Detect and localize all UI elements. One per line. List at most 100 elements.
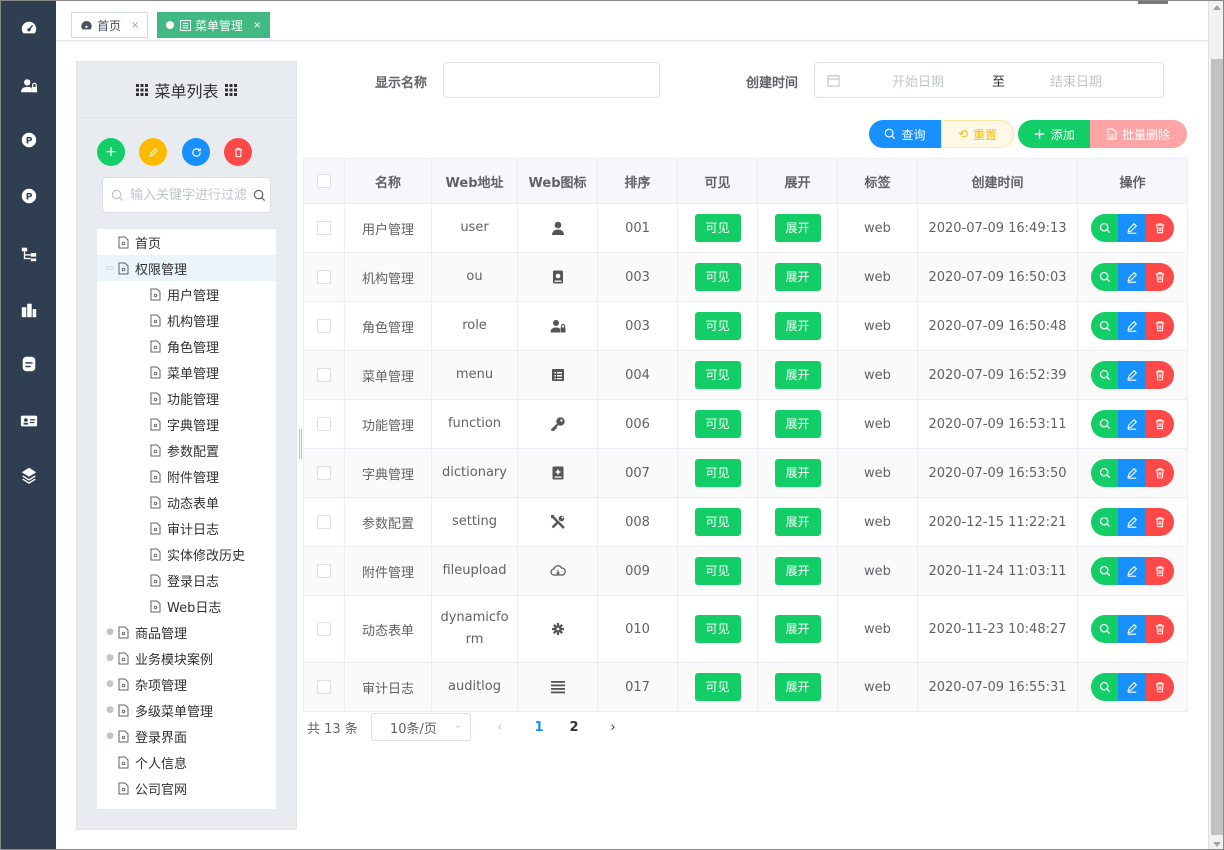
tree-node[interactable]: 用户管理 — [97, 281, 276, 307]
expand-icon[interactable]: ● — [104, 705, 116, 715]
tree-node[interactable]: ● 商品管理 — [97, 619, 276, 645]
tree-node[interactable]: 字典管理 — [97, 411, 276, 437]
row-checkbox[interactable] — [317, 466, 331, 480]
delete-button[interactable] — [1146, 361, 1174, 389]
expand-tag[interactable]: 展开 — [774, 673, 821, 701]
delete-button[interactable] — [1146, 410, 1174, 438]
delete-button[interactable] — [1146, 673, 1174, 701]
row-checkbox[interactable] — [317, 319, 331, 333]
visible-tag[interactable]: 可见 — [694, 615, 741, 643]
view-button[interactable] — [1091, 615, 1118, 643]
tree-node[interactable]: 公司官网 — [97, 775, 276, 801]
building-icon[interactable] — [19, 300, 39, 320]
table-row[interactable]: 机构管理 ou 003 可见 展开 web 2020-07-09 16:50:03 — [303, 252, 1188, 302]
add-button[interactable]: + 添加 — [1018, 120, 1090, 148]
expand-icon[interactable]: ● — [104, 679, 116, 689]
id-card-icon[interactable] — [19, 411, 39, 431]
row-checkbox[interactable] — [317, 368, 331, 382]
date-range-picker[interactable]: 开始日期 至 结束日期 — [814, 62, 1164, 98]
row-checkbox[interactable] — [317, 680, 331, 694]
table-row[interactable]: 菜单管理 menu 004 可见 展开 web 2020-07-09 16:52:39 — [303, 350, 1188, 400]
edit-button[interactable] — [1118, 263, 1146, 291]
table-row[interactable]: 参数配置 setting 008 可见 展开 web 2020-12-15 11:22:21 — [303, 497, 1188, 547]
tree-node[interactable]: 角色管理 — [97, 333, 276, 359]
row-checkbox[interactable] — [317, 515, 331, 529]
tree-node[interactable]: ● 登录界面 — [97, 723, 276, 749]
table-row[interactable]: 字典管理 dictionary 007 可见 展开 web 2020-07-09 16:53… — [303, 448, 1188, 498]
tab-menu-management[interactable]: 菜单管理 × — [157, 12, 271, 38]
tree-refresh-button[interactable] — [182, 138, 210, 166]
visible-tag[interactable]: 可见 — [694, 410, 741, 438]
tree-search-input[interactable] — [130, 187, 260, 203]
page-button-2[interactable]: 2 — [562, 713, 586, 741]
start-date-placeholder[interactable]: 开始日期 — [892, 71, 992, 90]
header-web-icon[interactable]: Web图标 — [517, 158, 598, 204]
page-size-select[interactable]: 10条/页 ⌄ — [371, 713, 471, 741]
tree-node[interactable]: 登录日志 — [97, 567, 276, 593]
tree-node[interactable]: 个人信息 — [97, 749, 276, 775]
query-button[interactable]: 查询 — [869, 120, 941, 148]
row-checkbox[interactable] — [317, 417, 331, 431]
close-icon[interactable]: × — [253, 20, 261, 31]
expand-tag[interactable]: 展开 — [774, 312, 821, 340]
edit-button[interactable] — [1118, 459, 1146, 487]
tree-node[interactable]: 机构管理 — [97, 307, 276, 333]
prev-page-button[interactable]: ‹ — [488, 713, 512, 741]
view-button[interactable] — [1091, 312, 1118, 340]
tree-node[interactable]: 首页 — [97, 229, 276, 255]
visible-tag[interactable]: 可见 — [694, 673, 741, 701]
tree-edit-button[interactable] — [139, 138, 167, 166]
table-row[interactable]: 用户管理 user 001 可见 展开 web 2020-07-09 16:49:13 — [303, 203, 1188, 253]
delete-button[interactable] — [1146, 263, 1174, 291]
visible-tag[interactable]: 可见 — [694, 508, 741, 536]
edit-button[interactable] — [1118, 557, 1146, 585]
row-checkbox[interactable] — [317, 270, 331, 284]
tree-node[interactable]: 菜单管理 — [97, 359, 276, 385]
header-expand[interactable]: 展开 — [757, 158, 838, 204]
tree-delete-button[interactable] — [224, 138, 252, 166]
sitemap-icon[interactable] — [19, 244, 39, 264]
table-row[interactable]: 角色管理 role 003 可见 展开 web 2020-07-09 16:50:48 — [303, 301, 1188, 351]
expand-icon[interactable]: ● — [104, 627, 116, 637]
name-input[interactable] — [443, 62, 660, 98]
delete-button[interactable] — [1146, 459, 1174, 487]
next-page-button[interactable]: › — [601, 713, 625, 741]
view-button[interactable] — [1091, 214, 1118, 242]
row-checkbox[interactable] — [317, 564, 331, 578]
view-button[interactable] — [1091, 508, 1118, 536]
edit-button[interactable] — [1118, 410, 1146, 438]
table-row[interactable]: 审计日志 auditlog 017 可见 展开 web 2020-07-09 16:55:3… — [303, 662, 1188, 712]
edit-button[interactable] — [1118, 615, 1146, 643]
table-row[interactable]: 附件管理 fileupload 009 可见 展开 web 2020-11-24 11:03… — [303, 546, 1188, 596]
view-button[interactable] — [1091, 410, 1118, 438]
parking-icon-2[interactable]: P — [19, 186, 39, 206]
expand-tag[interactable]: 展开 — [774, 508, 821, 536]
delete-button[interactable] — [1146, 557, 1174, 585]
visible-tag[interactable]: 可见 — [694, 361, 741, 389]
tree-node[interactable]: 功能管理 — [97, 385, 276, 411]
delete-button[interactable] — [1146, 214, 1174, 242]
tree-node[interactable]: 审计日志 — [97, 515, 276, 541]
tree-node[interactable]: ▭ 权限管理 — [97, 255, 276, 281]
scroll-up-icon[interactable] — [1213, 5, 1221, 10]
expand-tag[interactable]: 展开 — [774, 214, 821, 242]
tree-node[interactable]: ● 业务模块案例 — [97, 645, 276, 671]
expand-tag[interactable]: 展开 — [774, 459, 821, 487]
view-button[interactable] — [1091, 263, 1118, 291]
header-web-url[interactable]: Web地址 — [431, 158, 518, 204]
visible-tag[interactable]: 可见 — [694, 312, 741, 340]
panel-splitter-handle[interactable] — [299, 429, 302, 459]
tree-node[interactable]: ● 杂项管理 — [97, 671, 276, 697]
tab-home[interactable]: 首页 × — [71, 12, 149, 38]
delete-button[interactable] — [1146, 615, 1174, 643]
expand-tag[interactable]: 展开 — [774, 615, 821, 643]
edit-button[interactable] — [1118, 361, 1146, 389]
parking-icon[interactable]: P — [19, 130, 39, 150]
page-button-1[interactable]: 1 — [527, 713, 551, 741]
table-row[interactable]: 动态表单 dynamicform 010 可见 展开 web 2020-11-23 10:4… — [303, 595, 1188, 663]
expand-tag[interactable]: 展开 — [774, 361, 821, 389]
tree-node[interactable]: ● 多级菜单管理 — [97, 697, 276, 723]
view-button[interactable] — [1091, 459, 1118, 487]
edit-button[interactable] — [1118, 508, 1146, 536]
edit-button[interactable] — [1118, 214, 1146, 242]
